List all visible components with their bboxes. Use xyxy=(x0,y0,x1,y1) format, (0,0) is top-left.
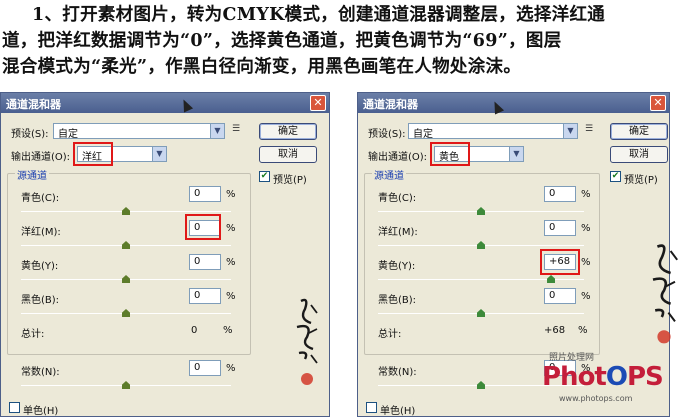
output-channel-highlight xyxy=(430,142,470,166)
instruction-line-1: 1、打开素材图片，转为CMYK模式，创建通道混器调整层，选择洋红通 xyxy=(32,5,606,25)
black-percent: % xyxy=(226,291,236,302)
output-channel-highlight xyxy=(73,142,113,166)
dialog-title: 通道混和器 xyxy=(363,98,418,111)
cyan-label: 青色(C): xyxy=(21,193,60,204)
black-input[interactable]: 0 xyxy=(189,288,221,304)
constant-percent: % xyxy=(226,363,236,374)
watermark-brand-b: O xyxy=(605,362,628,392)
total-value: 0 xyxy=(191,325,198,336)
dialog-title: 通道混和器 xyxy=(6,98,61,111)
total-percent: % xyxy=(223,325,233,336)
preview-label: 预览(P) xyxy=(273,175,307,186)
constant-label: 常数(N): xyxy=(378,367,417,378)
cyan-label: 青色(C): xyxy=(378,193,417,204)
preset-select[interactable]: 自定 ▼ xyxy=(408,123,578,140)
yellow-input[interactable]: 0 xyxy=(189,254,221,270)
yellow-label: 黄色(Y): xyxy=(21,261,59,272)
total-label: 总计: xyxy=(378,329,402,340)
close-button[interactable]: ✕ xyxy=(310,95,326,111)
magenta-percent: % xyxy=(226,223,236,234)
cancel-button[interactable]: 取消 xyxy=(610,146,668,163)
instruction-text: 1、打开素材图片，转为CMYK模式，创建通道混器调整层，选择洋红通 道，把洋红数… xyxy=(2,2,686,82)
total-label: 总计: xyxy=(21,329,45,340)
preset-select[interactable]: 自定 ▼ xyxy=(53,123,225,140)
magenta-input[interactable]: 0 xyxy=(544,220,576,236)
preset-value: 自定 xyxy=(413,129,433,140)
magenta-label: 洋红(M): xyxy=(378,227,418,238)
ok-button[interactable]: 确定 xyxy=(259,123,317,140)
watermark-logo: 照片处理网 PhotOPS www.photops.com xyxy=(534,350,684,410)
ok-button[interactable]: 确定 xyxy=(610,123,668,140)
cyan-percent: % xyxy=(581,189,591,200)
watermark-brand: PhotOPS xyxy=(542,362,664,392)
chevron-down-icon: ▼ xyxy=(563,124,577,138)
watermark-brand-a: Phot xyxy=(542,362,607,392)
preview-label: 预览(P) xyxy=(624,175,658,186)
cancel-button[interactable]: 取消 xyxy=(259,146,317,163)
yellow-input-highlight xyxy=(540,249,580,275)
monochrome-label: 单色(H) xyxy=(380,406,416,417)
black-label: 黑色(B): xyxy=(378,295,417,306)
source-channels-title: 源通道 xyxy=(372,167,406,182)
cyan-percent: % xyxy=(226,189,236,200)
monochrome-checkbox[interactable] xyxy=(366,402,377,413)
close-button[interactable]: ✕ xyxy=(650,95,666,111)
preset-label: 预设(S): xyxy=(368,129,406,140)
constant-slider-thumb[interactable] xyxy=(122,381,130,389)
title-bar[interactable]: 通道混和器 ✕ xyxy=(1,93,329,113)
chevron-down-icon: ▼ xyxy=(152,147,166,161)
preset-menu-icon[interactable]: ☰ xyxy=(232,124,240,134)
instruction-line-2: 道，把洋红数据调节为“0”，选择黄色通道，把黄色调节为“69”，图层 xyxy=(2,31,562,51)
yellow-label: 黄色(Y): xyxy=(378,261,416,272)
instruction-line-3: 混合模式为“柔光”，作黑白径向渐变，用黑色画笔在人物处涂沫。 xyxy=(2,57,522,77)
watermark-url: www.photops.com xyxy=(559,394,633,403)
constant-input[interactable]: 0 xyxy=(189,360,221,376)
magenta-label: 洋红(M): xyxy=(21,227,61,238)
constant-label: 常数(N): xyxy=(21,367,60,378)
monochrome-label: 单色(H) xyxy=(23,406,59,417)
calligraphy-artwork xyxy=(652,244,678,344)
chevron-down-icon: ▼ xyxy=(210,124,224,138)
cyan-input[interactable]: 0 xyxy=(544,186,576,202)
black-label: 黑色(B): xyxy=(21,295,60,306)
yellow-percent: % xyxy=(581,257,591,268)
source-channels-title: 源通道 xyxy=(15,167,49,182)
magenta-input-highlight xyxy=(185,214,221,240)
total-percent: % xyxy=(578,325,588,336)
black-percent: % xyxy=(581,291,591,302)
total-value: +68 xyxy=(544,325,566,336)
constant-slider-thumb[interactable] xyxy=(477,381,485,389)
monochrome-checkbox[interactable] xyxy=(9,402,20,413)
chevron-down-icon: ▼ xyxy=(509,147,523,161)
calligraphy-artwork xyxy=(296,298,318,385)
cyan-input[interactable]: 0 xyxy=(189,186,221,202)
output-channel-label: 输出通道(O): xyxy=(368,152,428,163)
preset-menu-icon[interactable]: ☰ xyxy=(585,124,593,134)
preset-value: 自定 xyxy=(58,129,78,140)
title-bar[interactable]: 通道混和器 ✕ xyxy=(358,93,669,113)
channel-mixer-dialog-magenta: 通道混和器 ✕ 预设(S): 自定 ▼ ☰ 确定 取消 ✔ 预览(P) 输出通道… xyxy=(0,92,330,417)
watermark-brand-c: PS xyxy=(626,362,664,392)
yellow-percent: % xyxy=(226,257,236,268)
preview-checkbox[interactable]: ✔ xyxy=(610,171,621,182)
output-channel-label: 输出通道(O): xyxy=(11,152,71,163)
magenta-percent: % xyxy=(581,223,591,234)
preset-label: 预设(S): xyxy=(11,129,49,140)
preview-checkbox[interactable]: ✔ xyxy=(259,171,270,182)
black-input[interactable]: 0 xyxy=(544,288,576,304)
